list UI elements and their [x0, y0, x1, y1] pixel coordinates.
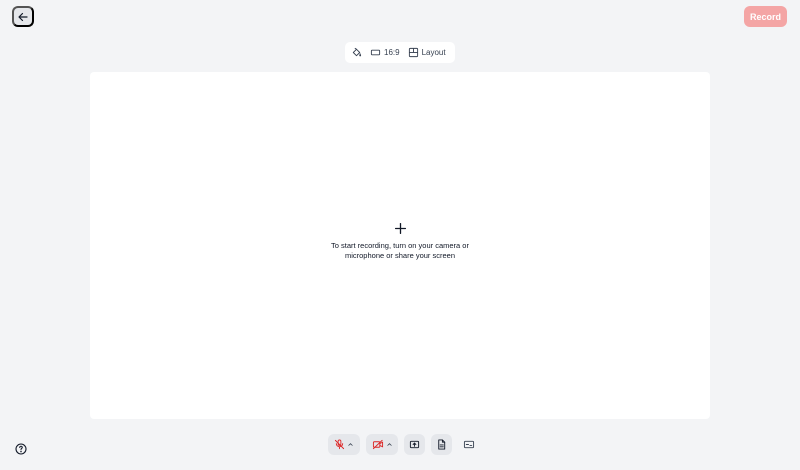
recording-controls	[328, 434, 479, 455]
arrow-left-icon	[17, 11, 29, 23]
canvas-toolbar: 16:9 Layout	[345, 42, 455, 63]
share-screen-button[interactable]	[404, 434, 425, 455]
layout-label: Layout	[421, 48, 446, 57]
empty-state: To start recording, turn on your camera …	[90, 222, 710, 261]
chevron-up-icon[interactable]	[347, 441, 354, 448]
back-button[interactable]	[12, 6, 34, 27]
aspect-ratio-label: 16:9	[384, 48, 400, 57]
script-button[interactable]	[431, 434, 452, 455]
record-button[interactable]: Record	[744, 6, 787, 27]
rectangle-icon	[370, 47, 381, 58]
document-icon	[436, 439, 447, 450]
captions-button[interactable]	[458, 434, 479, 455]
microphone-toggle[interactable]	[328, 434, 360, 455]
share-screen-icon	[409, 439, 420, 450]
aspect-ratio-button[interactable]: 16:9	[370, 47, 400, 58]
help-button[interactable]	[14, 442, 27, 455]
layout-icon	[408, 47, 419, 58]
camera-toggle[interactable]	[366, 434, 398, 455]
recording-canvas[interactable]: To start recording, turn on your camera …	[90, 72, 710, 419]
camera-off-icon	[372, 439, 384, 450]
plus-icon[interactable]	[394, 222, 407, 235]
background-button[interactable]	[351, 47, 362, 58]
paint-bucket-icon	[351, 47, 362, 58]
layout-button[interactable]: Layout	[408, 47, 446, 58]
help-icon	[14, 442, 27, 455]
mic-off-icon	[334, 439, 345, 450]
empty-state-hint: To start recording, turn on your camera …	[331, 241, 469, 260]
captions-icon	[463, 439, 475, 450]
chevron-up-icon[interactable]	[386, 441, 393, 448]
